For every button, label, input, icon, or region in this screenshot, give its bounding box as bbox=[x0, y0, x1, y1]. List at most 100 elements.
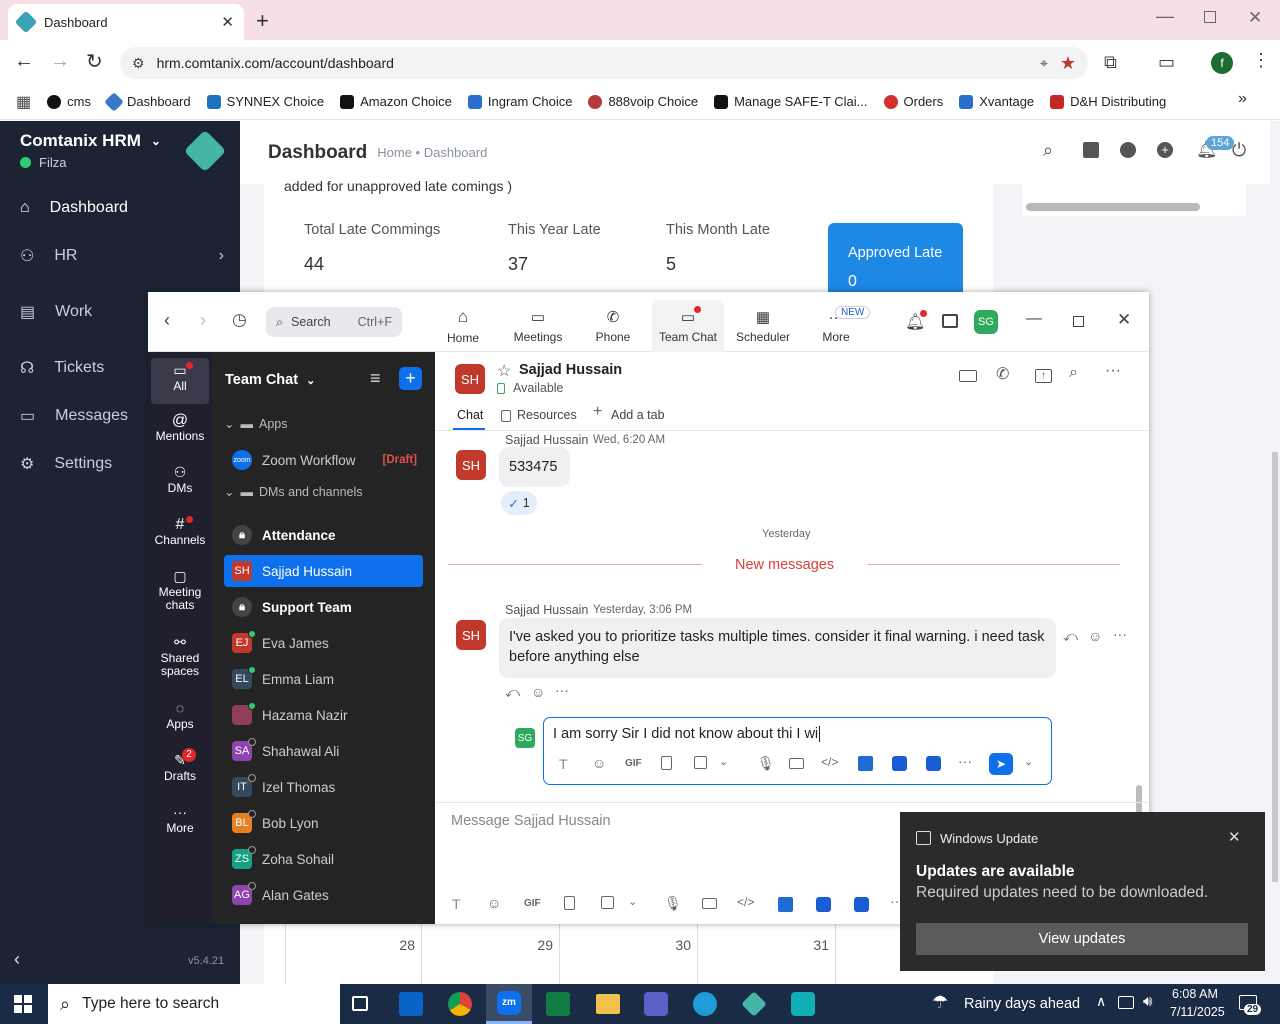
list-item-dm[interactable]: IT Izel Thomas bbox=[224, 771, 423, 803]
close-icon[interactable]: ✕ bbox=[1117, 310, 1131, 330]
star-icon[interactable]: ☆ bbox=[497, 361, 511, 381]
rail-channels[interactable]: # Channels bbox=[148, 517, 212, 547]
weather-text[interactable]: Rainy days ahead bbox=[964, 996, 1080, 1012]
nav-dashboard[interactable]: ⌂ Dashboard bbox=[0, 184, 240, 232]
gif-icon[interactable]: GIF bbox=[524, 898, 541, 909]
list-item-dm[interactable]: EJ Eva James bbox=[224, 627, 423, 659]
calendar-cell[interactable]: 29 bbox=[422, 924, 560, 984]
rail-dms[interactable]: ⚇ DMs bbox=[148, 465, 212, 495]
cast-icon[interactable]: ▭ bbox=[1158, 52, 1175, 73]
new-chat-button[interactable]: + bbox=[399, 367, 422, 390]
list-item-dm[interactable]: SA Shahawal Ali bbox=[224, 735, 423, 767]
subtab-chat[interactable]: Chat bbox=[457, 408, 483, 422]
app-icon-2[interactable] bbox=[816, 897, 831, 912]
task-view-icon[interactable] bbox=[352, 996, 368, 1011]
reload-icon[interactable]: ↻ bbox=[86, 49, 103, 74]
reaction-chip[interactable]: ✓ 1 bbox=[501, 491, 537, 515]
list-item-dm[interactable]: EL Emma Liam bbox=[224, 663, 423, 695]
screenshot-icon[interactable] bbox=[694, 756, 707, 769]
breadcrumb[interactable]: Home • Dashboard bbox=[377, 145, 487, 160]
list-item-channel[interactable]: 🔒︎ Support Team bbox=[224, 591, 423, 623]
rail-shared-spaces[interactable]: ⚯ Shared spaces bbox=[148, 635, 212, 678]
clock-icon[interactable] bbox=[1120, 142, 1136, 158]
section-dms[interactable]: ⌄ ▬ DMs and channels bbox=[224, 484, 363, 500]
close-window-icon[interactable]: ✕ bbox=[1248, 8, 1262, 28]
taskbar-search[interactable]: ⌕ Type here to search bbox=[48, 984, 340, 1024]
emoji-react-icon[interactable]: ☺ bbox=[1088, 628, 1102, 644]
gif-icon[interactable]: GIF bbox=[625, 758, 642, 769]
rail-mentions[interactable]: @ Mentions bbox=[148, 413, 212, 443]
rail-apps[interactable]: ◌ Apps bbox=[148, 701, 212, 731]
calendar-cell[interactable]: 31 bbox=[698, 924, 836, 984]
app-icon-2[interactable] bbox=[892, 756, 907, 771]
profile-avatar[interactable]: f bbox=[1211, 52, 1233, 74]
bookmark-item[interactable]: cms bbox=[47, 94, 91, 109]
maximize-icon[interactable] bbox=[1073, 316, 1084, 327]
forward-icon[interactable]: → bbox=[50, 50, 70, 73]
browser-menu-icon[interactable]: ⋮ bbox=[1252, 50, 1270, 71]
add-circle-icon[interactable]: + bbox=[1157, 142, 1173, 158]
power-icon[interactable]: ⏻ bbox=[1232, 140, 1246, 161]
teams-icon[interactable] bbox=[644, 992, 668, 1016]
team-chat-title[interactable]: Team Chat ⌄ bbox=[225, 372, 315, 388]
app-icon-1[interactable] bbox=[858, 756, 873, 771]
app-icon-3[interactable] bbox=[926, 756, 941, 771]
format-text-icon[interactable]: T bbox=[452, 896, 461, 912]
list-item-dm-active[interactable]: SH Sajjad Hussain bbox=[224, 555, 423, 587]
outlook-icon[interactable] bbox=[399, 992, 423, 1016]
message-avatar[interactable]: SH bbox=[456, 620, 486, 650]
browser-tab[interactable]: Dashboard ✕ bbox=[8, 4, 244, 40]
close-tab-icon[interactable]: ✕ bbox=[221, 13, 234, 31]
script-app-icon[interactable] bbox=[791, 992, 815, 1016]
chevron-down-icon[interactable]: ⌄ bbox=[719, 755, 728, 768]
nav-hr[interactable]: ⚇ HR › bbox=[0, 232, 240, 280]
user-avatar[interactable]: SG bbox=[974, 310, 998, 334]
tab-scheduler[interactable]: ▦ Scheduler bbox=[727, 300, 799, 352]
tab-phone[interactable]: ✆ Phone bbox=[577, 300, 649, 352]
app-icon-1[interactable] bbox=[778, 897, 793, 912]
filter-icon[interactable]: ≡ bbox=[370, 368, 381, 389]
code-icon[interactable]: </> bbox=[821, 755, 838, 769]
bookmark-star-icon[interactable]: ★ bbox=[1060, 53, 1076, 74]
site-settings-icon[interactable]: ⚙ bbox=[132, 55, 145, 72]
list-item-dm[interactable]: BL Bob Lyon bbox=[224, 807, 423, 839]
zoom-search[interactable]: ⌕ Search Ctrl+F bbox=[266, 307, 402, 337]
approved-late-card[interactable]: Approved Late 0 bbox=[828, 223, 963, 298]
rail-drafts[interactable]: ✎ Drafts bbox=[148, 753, 212, 783]
phone-call-icon[interactable]: ✆ bbox=[996, 364, 1009, 384]
tab-home[interactable]: ⌂ Home bbox=[427, 300, 499, 352]
view-updates-button[interactable]: View updates bbox=[916, 923, 1248, 955]
search-icon[interactable]: ⌕ bbox=[1069, 364, 1078, 382]
microphone-icon[interactable]: 🎙︎ bbox=[664, 895, 682, 912]
chrome-icon[interactable] bbox=[448, 992, 472, 1016]
extensions-icon[interactable]: ⧉ bbox=[1104, 52, 1117, 73]
more-options-icon[interactable]: ··· bbox=[1113, 626, 1127, 642]
windows-start-icon[interactable] bbox=[14, 995, 32, 1013]
video-clip-icon[interactable] bbox=[789, 758, 804, 769]
search-icon[interactable]: ⌕ bbox=[1043, 140, 1053, 161]
tray-overflow-icon[interactable]: ∧ bbox=[1096, 993, 1106, 1010]
section-apps[interactable]: ⌄ ▬ Apps bbox=[224, 416, 287, 432]
subtab-add[interactable]: Add a tab bbox=[611, 408, 665, 422]
bookmark-item[interactable]: SYNNEX Choice bbox=[206, 94, 324, 109]
excel-icon[interactable] bbox=[546, 992, 570, 1016]
history-icon[interactable]: ◷ bbox=[232, 310, 247, 330]
bookmark-item[interactable]: Xvantage bbox=[959, 94, 1034, 109]
minimize-window-icon[interactable]: — bbox=[1156, 6, 1174, 27]
format-text-icon[interactable]: T bbox=[559, 756, 568, 772]
video-clip-icon[interactable] bbox=[702, 898, 717, 909]
tab-meetings[interactable]: ▭ Meetings bbox=[502, 300, 574, 352]
list-item-dm[interactable]: ZS Zoha Sohail bbox=[224, 843, 423, 875]
tab-team-chat[interactable]: ▭ Team Chat bbox=[652, 300, 724, 352]
bookmark-item[interactable]: Manage SAFE-T Clai... bbox=[714, 94, 868, 109]
rail-all[interactable]: ▭ All bbox=[151, 358, 209, 404]
app-icon-3[interactable] bbox=[854, 897, 869, 912]
list-item-channel[interactable]: 🔒︎ Attendance bbox=[224, 519, 423, 551]
message-avatar[interactable]: SH bbox=[456, 450, 486, 480]
forward-icon[interactable]: › bbox=[200, 310, 206, 331]
send-options-icon[interactable]: ⌄ bbox=[1024, 755, 1033, 768]
calendar-cell[interactable]: 28 bbox=[285, 924, 422, 984]
horizontal-scrollbar[interactable] bbox=[1026, 203, 1200, 211]
more-tools-icon[interactable]: ··· bbox=[958, 753, 972, 769]
microphone-icon[interactable]: 🎙︎ bbox=[757, 755, 775, 772]
